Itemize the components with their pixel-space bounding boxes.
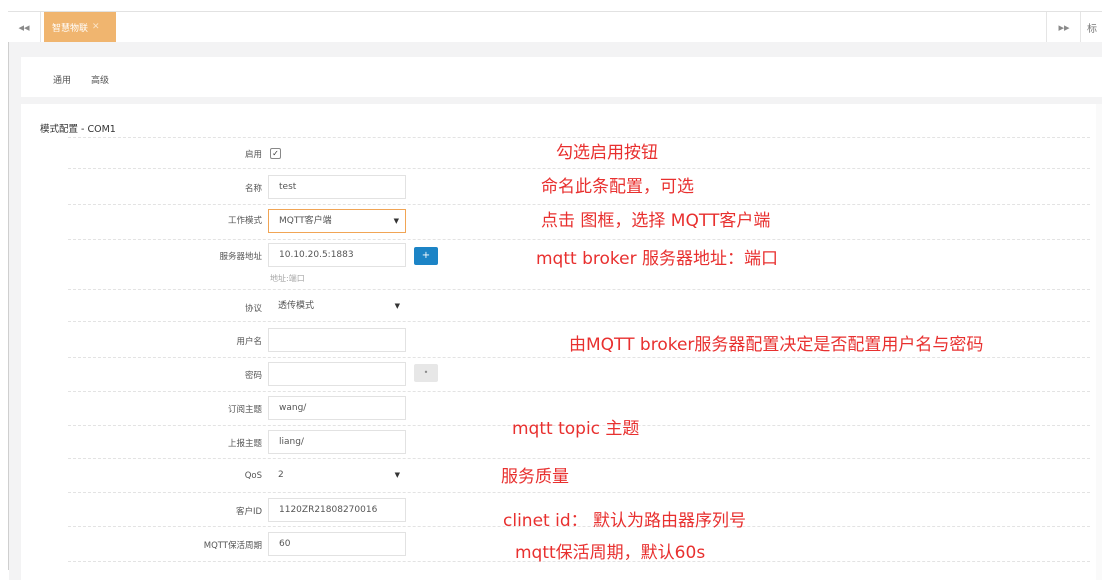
work-mode-select[interactable]: MQTT客户端 ▼ [268, 209, 406, 233]
tab-general[interactable]: 通用 [53, 73, 71, 86]
annotation-client-id: clinet id： 默认为路由器序列号 [503, 511, 747, 531]
username-input[interactable] [268, 328, 406, 352]
subscribe-topic-label: 订阅主题 [227, 405, 262, 415]
keepalive-input[interactable]: 60 [268, 532, 406, 556]
divider [68, 289, 1090, 290]
more-tab-button[interactable]: 标 [1080, 12, 1102, 42]
password-label: 密码 [244, 371, 262, 381]
server-address-input[interactable]: 10.10.20.5:1883 [268, 243, 406, 267]
double-left-arrow-icon[interactable]: ◂◂ [8, 12, 41, 42]
client-id-label: 客户ID [235, 507, 262, 517]
double-right-arrow-icon[interactable]: ▸▸ [1046, 12, 1081, 42]
work-mode-label: 工作模式 [227, 216, 262, 226]
section-title: 模式配置 - COM1 [40, 124, 116, 135]
tab-bar: ◂◂ 智慧物联 ✕ ▸▸ 标 [8, 11, 1102, 43]
annotation-topic: mqtt topic 主题 [512, 419, 640, 439]
divider [68, 239, 1090, 240]
protocol-value: 透传模式 [278, 301, 315, 311]
client-id-input[interactable]: 1120ZR21808270016 [268, 498, 406, 522]
divider [68, 391, 1090, 392]
annotation-work-mode: 点击 图框，选择 MQTT客户端 [541, 211, 771, 231]
keepalive-label: MQTT保活周期 [203, 541, 262, 551]
work-mode-value: MQTT客户端 [279, 216, 332, 226]
show-password-button[interactable]: • [414, 364, 438, 382]
add-server-button[interactable]: + [414, 247, 438, 265]
server-address-hint: 地址:端口 [270, 274, 305, 283]
annotation-enable: 勾选启用按钮 [556, 143, 658, 163]
password-input[interactable] [268, 362, 406, 386]
divider [68, 204, 1090, 205]
tab-advanced[interactable]: 高级 [91, 73, 109, 86]
qos-value: 2 [278, 470, 284, 480]
subscribe-topic-input[interactable]: wang/ [268, 396, 406, 420]
subtab-bar: 通用 高级 [21, 57, 1102, 97]
annotation-auth: 由MQTT broker服务器配置决定是否配置用户名与密码 [569, 335, 984, 355]
protocol-select[interactable]: 透传模式 ▼ [268, 295, 406, 319]
enable-label: 启用 [244, 150, 262, 160]
publish-topic-input[interactable]: liang/ [268, 430, 406, 454]
name-label: 名称 [244, 184, 262, 194]
divider [68, 492, 1090, 493]
annotation-server: mqtt broker 服务器地址：端口 [536, 249, 778, 269]
qos-select[interactable]: 2 ▼ [268, 464, 406, 488]
annotation-keepalive: mqtt保活周期，默认60s [515, 543, 706, 563]
protocol-label: 协议 [244, 304, 262, 314]
divider [68, 321, 1090, 322]
caret-down-icon: ▼ [393, 217, 399, 225]
qos-label: QoS [244, 471, 262, 481]
annotation-qos: 服务质量 [501, 467, 569, 487]
enable-checkbox[interactable]: ✓ [270, 148, 281, 159]
name-input[interactable]: test [268, 175, 406, 199]
divider [68, 458, 1090, 459]
server-address-label: 服务器地址 [219, 252, 262, 262]
caret-down-icon: ▼ [394, 471, 400, 479]
divider [68, 357, 1090, 358]
publish-topic-label: 上报主题 [227, 439, 262, 449]
tab-smart-iot[interactable]: 智慧物联 ✕ [44, 12, 116, 42]
divider [68, 168, 1090, 169]
caret-down-icon: ▼ [394, 302, 400, 310]
scrollbar-track[interactable] [1096, 104, 1102, 580]
username-label: 用户名 [236, 337, 262, 347]
close-icon[interactable]: ✕ [92, 22, 100, 32]
tab-label: 智慧物联 [52, 23, 89, 34]
annotation-name: 命名此条配置，可选 [541, 177, 694, 197]
